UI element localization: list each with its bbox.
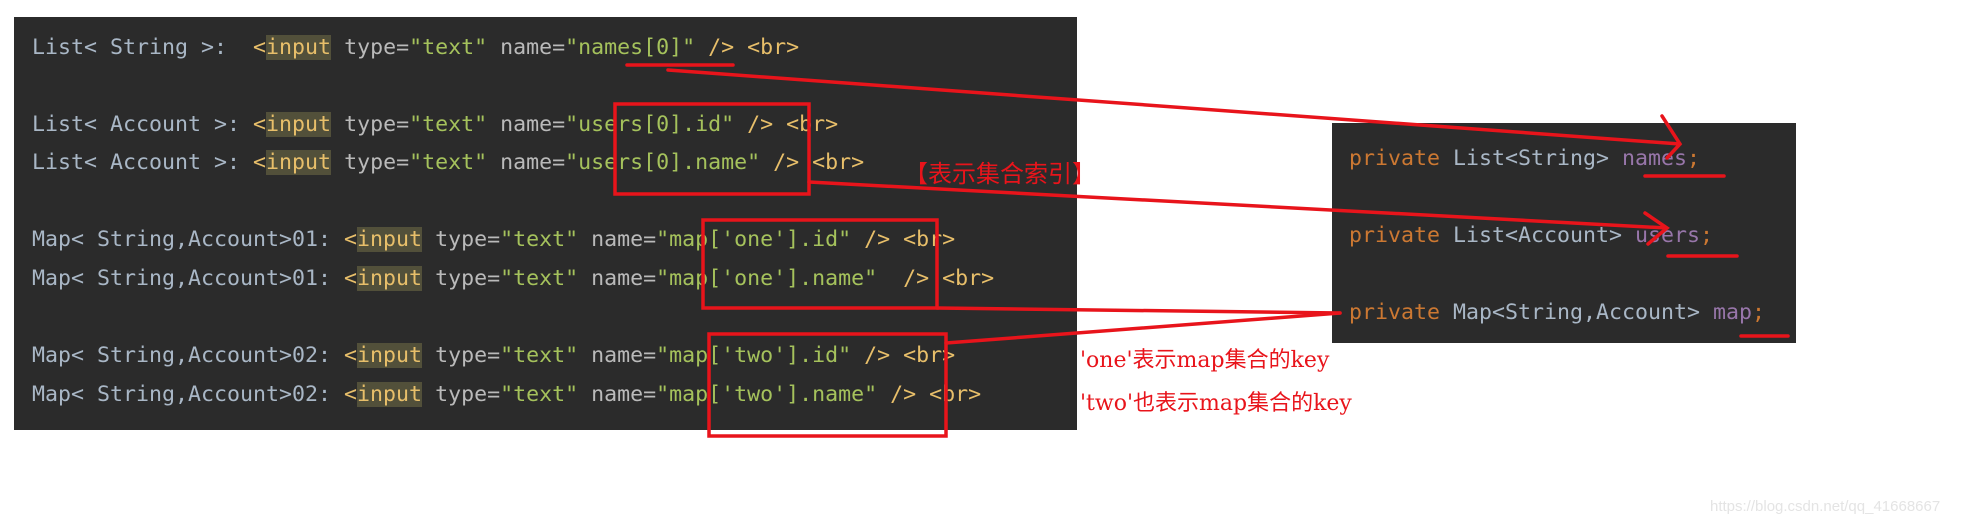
line-label: Map< String,Account>01: <box>32 227 345 252</box>
attr-type: type= <box>344 35 410 60</box>
type-value: "text" <box>500 382 579 407</box>
name-value: "users[0].id" <box>565 112 735 137</box>
field-type: List<String> <box>1440 146 1623 171</box>
tag-name: input <box>266 112 332 137</box>
tag-open: < <box>253 35 267 60</box>
attr-name: name= <box>578 266 657 291</box>
tag-tail: /> <br> <box>851 227 956 252</box>
attr-type: type= <box>435 382 501 407</box>
attr-name: name= <box>578 343 657 368</box>
semicolon: ; <box>1752 300 1766 325</box>
line-label: List< Account >: <box>32 112 254 137</box>
field-name: map <box>1713 300 1753 325</box>
tag-tail: /> <br> <box>760 150 865 175</box>
html-code-line: List< Account >: <input type="text" name… <box>32 148 864 178</box>
field-name: names <box>1622 146 1688 171</box>
keyword: private <box>1349 300 1441 325</box>
tag-open: < <box>344 227 358 252</box>
java-field-line: private List<Account> users; <box>1349 221 1713 251</box>
attr-type: type= <box>435 266 501 291</box>
tag-name: input <box>357 382 423 407</box>
tag-open: < <box>344 266 358 291</box>
name-value: "map['one'].name" <box>656 266 878 291</box>
attr-name: name= <box>578 382 657 407</box>
attr-name: name= <box>487 35 566 60</box>
tag-name: input <box>266 150 332 175</box>
semicolon: ; <box>1687 146 1701 171</box>
html-code-line: Map< String,Account>02: <input type="tex… <box>32 380 981 410</box>
tag-open: < <box>344 343 358 368</box>
line-label: Map< String,Account>02: <box>32 382 345 407</box>
field-type: List<Account> <box>1440 223 1636 248</box>
tag-name: input <box>357 266 423 291</box>
type-value: "text" <box>500 227 579 252</box>
tag-tail: /> <br> <box>734 112 839 137</box>
attr-type: type= <box>435 343 501 368</box>
html-code-line: Map< String,Account>01: <input type="tex… <box>32 225 955 255</box>
line-label: List< Account >: <box>32 150 254 175</box>
tag-open: < <box>344 382 358 407</box>
keyword: private <box>1349 146 1441 171</box>
attr-name: name= <box>487 150 566 175</box>
name-value: "map['one'].id" <box>656 227 852 252</box>
attr-type: type= <box>344 112 410 137</box>
java-field-line: private List<String> names; <box>1349 144 1700 174</box>
tag-tail: /> <br> <box>851 343 956 368</box>
attr-name: name= <box>487 112 566 137</box>
type-value: "text" <box>409 150 488 175</box>
html-code-line: List< Account >: <input type="text" name… <box>32 110 838 140</box>
line-label: Map< String,Account>02: <box>32 343 345 368</box>
html-code-line: List< String >: <input type="text" name=… <box>32 33 799 63</box>
attr-name: name= <box>578 227 657 252</box>
tag-tail: /> <br> <box>695 35 800 60</box>
html-code-line: Map< String,Account>02: <input type="tex… <box>32 341 955 371</box>
tag-name: input <box>266 35 332 60</box>
name-value: "names[0]" <box>565 35 696 60</box>
type-value: "text" <box>500 343 579 368</box>
line-label: List< String >: <box>32 35 254 60</box>
name-value: "map['two'].name" <box>656 382 878 407</box>
html-code-line: Map< String,Account>01: <input type="tex… <box>32 264 994 294</box>
type-value: "text" <box>500 266 579 291</box>
annotation-one-key: 'one'表示map集合的key <box>1080 348 1330 373</box>
annotation-two-key: 'two'也表示map集合的key <box>1080 391 1352 416</box>
name-value: "map['two'].id" <box>656 343 852 368</box>
tag-name: input <box>357 343 423 368</box>
tag-tail: /> <br> <box>877 382 982 407</box>
field-name: users <box>1635 223 1701 248</box>
annotation-collection-index: 【表示集合索引】 <box>904 160 1096 188</box>
tag-open: < <box>253 150 267 175</box>
watermark: https://blog.csdn.net/qq_41668667 <box>1710 498 1941 515</box>
tag-tail: /> <br> <box>877 266 995 291</box>
line-label: Map< String,Account>01: <box>32 266 345 291</box>
tag-open: < <box>253 112 267 137</box>
name-value: "users[0].name" <box>565 150 761 175</box>
keyword: private <box>1349 223 1441 248</box>
type-value: "text" <box>409 112 488 137</box>
type-value: "text" <box>409 35 488 60</box>
attr-type: type= <box>344 150 410 175</box>
attr-type: type= <box>435 227 501 252</box>
semicolon: ; <box>1700 223 1714 248</box>
field-type: Map<String,Account> <box>1440 300 1714 325</box>
tag-name: input <box>357 227 423 252</box>
java-field-line: private Map<String,Account> map; <box>1349 298 1765 328</box>
